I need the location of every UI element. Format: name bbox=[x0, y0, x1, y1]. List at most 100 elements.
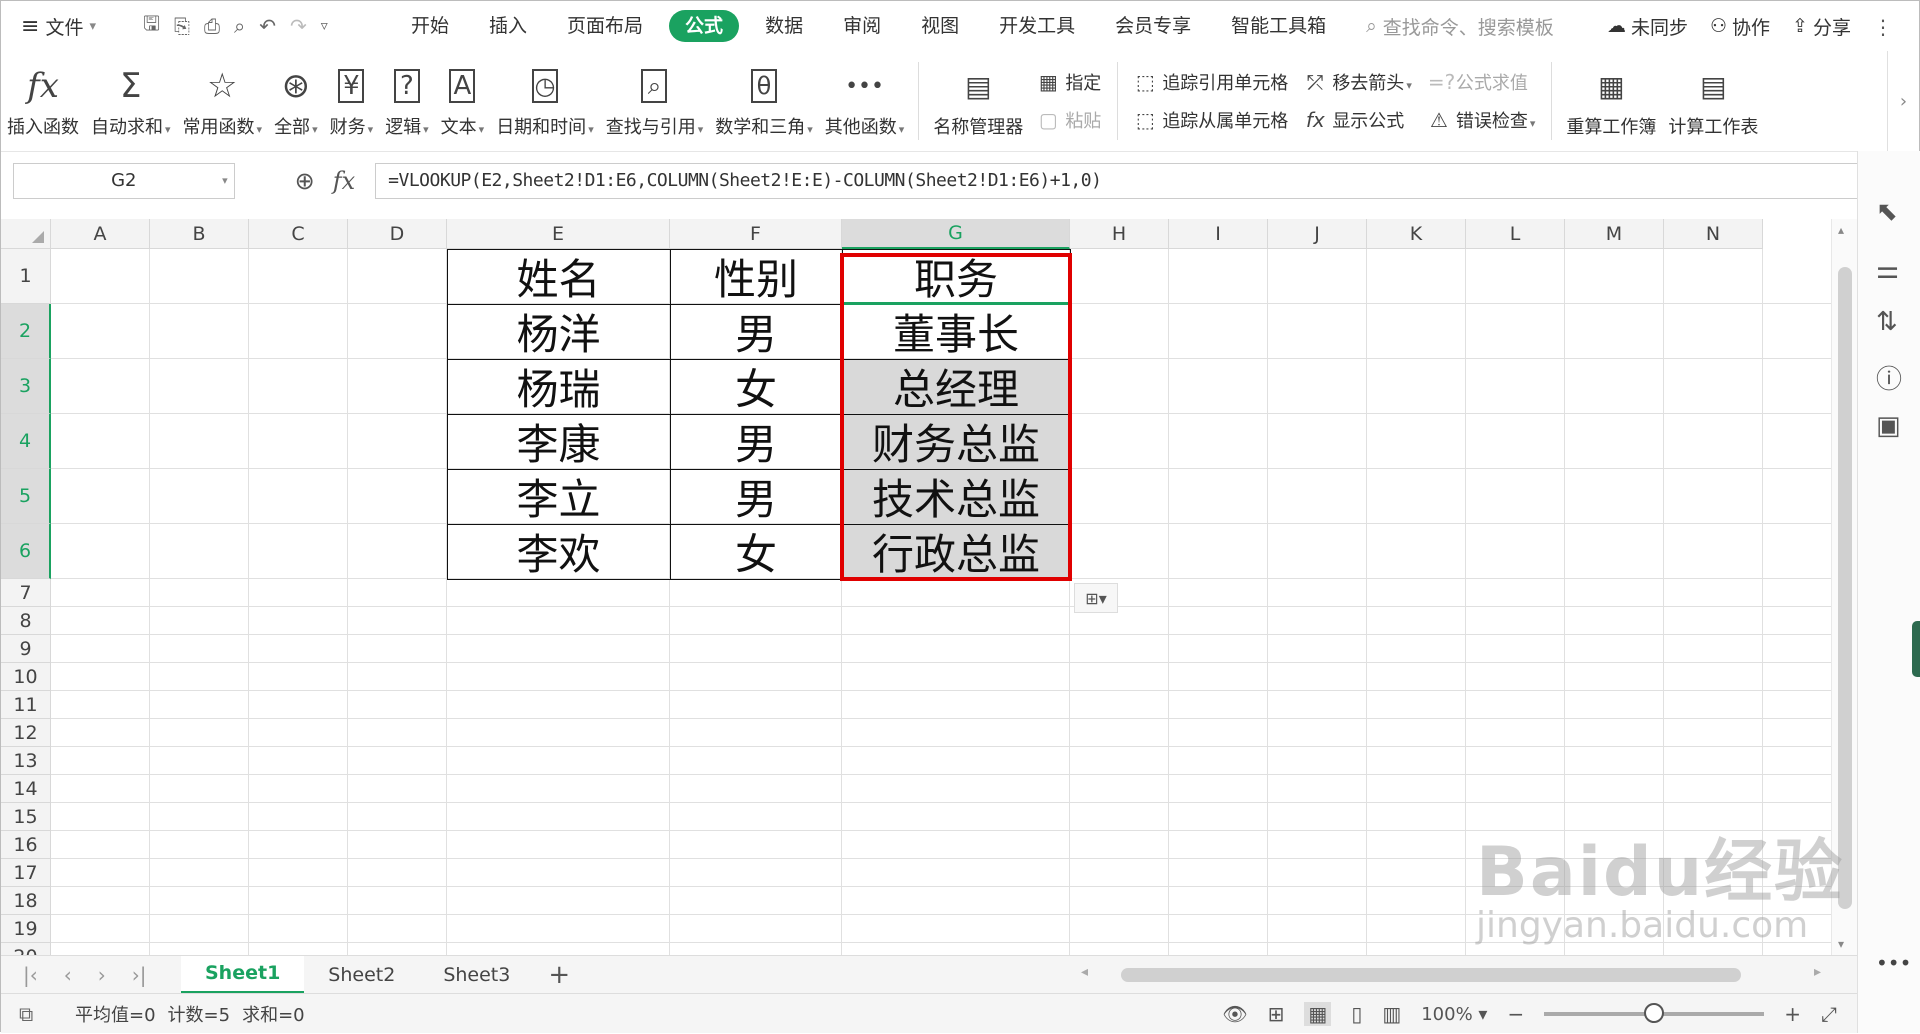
cursor-icon[interactable]: ⬉ bbox=[1876, 197, 1898, 227]
save-icon[interactable]: 🖫 bbox=[143, 9, 160, 43]
tab-3[interactable]: 公式 bbox=[669, 10, 740, 42]
zoom-slider[interactable] bbox=[1544, 1003, 1765, 1023]
ribbon-scroll-right[interactable]: › bbox=[1887, 51, 1919, 151]
redo-icon[interactable]: ↷ bbox=[290, 14, 307, 38]
print-preview-icon[interactable]: ⌕ bbox=[234, 14, 245, 38]
zoom-out-icon[interactable]: − bbox=[1507, 1002, 1524, 1026]
sheet-tab-sheet1[interactable]: Sheet1 bbox=[181, 955, 305, 994]
tab-1[interactable]: 插入 bbox=[469, 10, 547, 42]
column-header-l[interactable]: L bbox=[1466, 219, 1565, 249]
file-menu[interactable]: ≡ 文件 ▾ bbox=[1, 13, 131, 40]
row-header-16[interactable]: 16 bbox=[1, 831, 51, 859]
macro-icon[interactable]: ⧉ bbox=[19, 1002, 75, 1026]
zoom-icon[interactable]: ⊕ bbox=[295, 167, 315, 195]
inbox-icon[interactable]: ▣ bbox=[1876, 411, 1901, 441]
zoom-slider-knob[interactable] bbox=[1644, 1003, 1665, 1023]
horizontal-scroll-thumb[interactable] bbox=[1121, 968, 1741, 982]
customize-icon[interactable]: ▿ bbox=[321, 18, 328, 34]
formula-input[interactable]: =VLOOKUP(E2,Sheet2!D1:E6,COLUMN(Sheet2!E… bbox=[375, 162, 1889, 199]
row-header-7[interactable]: 7 bbox=[1, 579, 51, 607]
format-painter-icon[interactable]: ⎘ bbox=[174, 14, 190, 38]
common-functions-button[interactable]: ☆ 常用函数 bbox=[177, 53, 269, 149]
logic-button[interactable]: ? 逻辑 bbox=[379, 53, 435, 149]
prev-sheet-icon[interactable]: ‹ bbox=[64, 963, 72, 987]
trace-dependents-button[interactable]: ⬚ 追踪从属单元格 bbox=[1134, 107, 1288, 133]
sheet-tab-sheet3[interactable]: Sheet3 bbox=[419, 956, 534, 994]
row-header-4[interactable]: 4 bbox=[1, 414, 51, 469]
tab-2[interactable]: 页面布局 bbox=[547, 10, 663, 42]
tab-9[interactable]: 智能工具箱 bbox=[1211, 10, 1346, 42]
row-header-20[interactable]: 20 bbox=[1, 943, 51, 955]
error-check-button[interactable]: ⚠ 错误检查 bbox=[1428, 107, 1536, 133]
eye-icon[interactable]: 👁 bbox=[1222, 1002, 1247, 1026]
row-header-2[interactable]: 2 bbox=[1, 304, 51, 359]
last-sheet-icon[interactable]: ›| bbox=[132, 963, 147, 987]
tab-4[interactable]: 数据 bbox=[745, 10, 823, 42]
column-header-m[interactable]: M bbox=[1565, 219, 1664, 249]
recalc-workbook-button[interactable]: ▦ 重算工作簿 bbox=[1560, 53, 1662, 149]
row-header-12[interactable]: 12 bbox=[1, 719, 51, 747]
zoom-level[interactable]: 100% ▾ bbox=[1421, 1004, 1487, 1025]
column-header-k[interactable]: K bbox=[1367, 219, 1466, 249]
math-button[interactable]: θ 数学和三角 bbox=[709, 53, 819, 149]
sheet-tab-sheet2[interactable]: Sheet2 bbox=[304, 956, 419, 994]
column-header-h[interactable]: H bbox=[1070, 219, 1169, 249]
paste-options-icon[interactable]: ⊞▾ bbox=[1074, 583, 1118, 613]
other-functions-button[interactable]: ••• 其他函数 bbox=[819, 53, 911, 149]
next-sheet-icon[interactable]: › bbox=[98, 963, 106, 987]
page-break-icon[interactable]: ▥ bbox=[1382, 1002, 1401, 1026]
row-header-3[interactable]: 3 bbox=[1, 359, 51, 414]
row-header-9[interactable]: 9 bbox=[1, 635, 51, 663]
print-icon[interactable]: ⎙ bbox=[204, 14, 220, 38]
vertical-scroll-thumb[interactable] bbox=[1838, 267, 1852, 909]
evaluate-button[interactable]: =? 公式求值 bbox=[1428, 69, 1536, 95]
trace-precedents-button[interactable]: ⬚ 追踪引用单元格 bbox=[1134, 69, 1288, 95]
tab-7[interactable]: 开发工具 bbox=[979, 10, 1095, 42]
show-formulas-button[interactable]: fx 显示公式 bbox=[1304, 107, 1412, 133]
fx-icon[interactable]: fx bbox=[333, 167, 355, 195]
normal-view-icon[interactable]: ▦ bbox=[1304, 1002, 1332, 1026]
define-button[interactable]: ▦ 指定 bbox=[1037, 69, 1101, 95]
row-header-14[interactable]: 14 bbox=[1, 775, 51, 803]
undo-icon[interactable]: ↶ bbox=[259, 14, 276, 38]
column-header-c[interactable]: C bbox=[249, 219, 348, 249]
sliders-icon[interactable]: ⚌ bbox=[1876, 255, 1899, 285]
command-search[interactable]: ⌕ 查找命令、搜索模板 bbox=[1366, 13, 1596, 40]
row-header-19[interactable]: 19 bbox=[1, 915, 51, 943]
row-header-1[interactable]: 1 bbox=[1, 249, 51, 304]
page-layout-icon[interactable]: ▯ bbox=[1351, 1002, 1362, 1026]
name-manager-button[interactable]: ▤ 名称管理器 bbox=[927, 53, 1029, 149]
tab-6[interactable]: 视图 bbox=[901, 10, 979, 42]
panel-handle[interactable] bbox=[1912, 621, 1920, 677]
freeze-icon[interactable]: ⊞ bbox=[1268, 1002, 1285, 1026]
row-header-5[interactable]: 5 bbox=[1, 469, 51, 524]
scroll-left-icon[interactable]: ◂ bbox=[1081, 964, 1088, 980]
zoom-in-icon[interactable]: + bbox=[1784, 1002, 1801, 1026]
column-header-f[interactable]: F bbox=[670, 219, 842, 249]
remove-arrows-button[interactable]: ⤱ 移去箭头 bbox=[1304, 69, 1412, 95]
more-icon[interactable]: ••• bbox=[1876, 951, 1911, 975]
help-icon[interactable]: ⓘ bbox=[1876, 359, 1902, 396]
horizontal-scrollbar[interactable]: ◂ ▸ bbox=[1081, 964, 1821, 986]
datetime-button[interactable]: ◷ 日期和时间 bbox=[490, 53, 600, 149]
column-header-d[interactable]: D bbox=[348, 219, 447, 249]
column-header-b[interactable]: B bbox=[150, 219, 249, 249]
row-header-18[interactable]: 18 bbox=[1, 887, 51, 915]
column-header-a[interactable]: A bbox=[51, 219, 150, 249]
collab-button[interactable]: ⚇ 协作 bbox=[1710, 13, 1770, 40]
row-header-10[interactable]: 10 bbox=[1, 663, 51, 691]
tab-5[interactable]: 审阅 bbox=[823, 10, 901, 42]
row-header-13[interactable]: 13 bbox=[1, 747, 51, 775]
column-header-j[interactable]: J bbox=[1268, 219, 1367, 249]
calc-sheet-button[interactable]: ▤ 计算工作表 bbox=[1662, 53, 1764, 149]
column-header-g[interactable]: G bbox=[842, 219, 1070, 249]
share-button[interactable]: ⇪ 分享 bbox=[1792, 13, 1851, 40]
lookup-button[interactable]: ⌕ 查找与引用 bbox=[600, 53, 710, 149]
row-header-17[interactable]: 17 bbox=[1, 859, 51, 887]
name-box[interactable]: G2 ▾ bbox=[13, 162, 235, 199]
text-button[interactable]: A 文本 bbox=[435, 53, 491, 149]
column-header-n[interactable]: N bbox=[1664, 219, 1763, 249]
scroll-right-icon[interactable]: ▸ bbox=[1814, 964, 1821, 980]
row-header-8[interactable]: 8 bbox=[1, 607, 51, 635]
row-header-11[interactable]: 11 bbox=[1, 691, 51, 719]
